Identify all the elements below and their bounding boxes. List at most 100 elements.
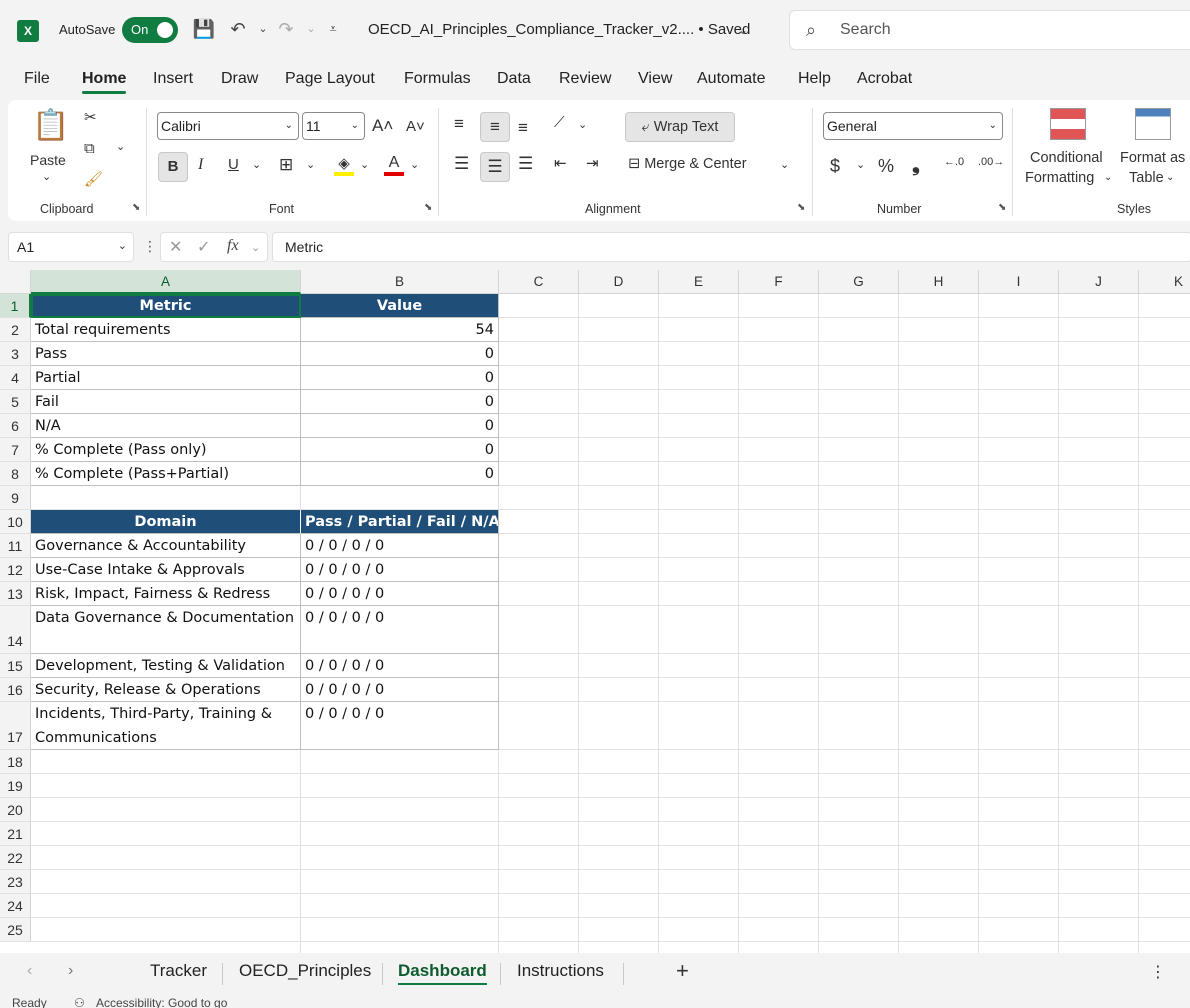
menu-formulas[interactable]: Formulas bbox=[404, 70, 471, 88]
domain-status-cell[interactable]: 0 / 0 / 0 / 0 bbox=[301, 606, 499, 654]
status-header-cell[interactable]: Pass / Partial / Fail / N/A bbox=[301, 510, 499, 534]
menu-review[interactable]: Review bbox=[559, 70, 611, 88]
document-title[interactable]: OECD_AI_Principles_Compliance_Tracker_v2… bbox=[368, 21, 750, 38]
domain-label-cell[interactable]: Risk, Impact, Fairness & Redress bbox=[31, 582, 301, 606]
formula-input[interactable]: Metric bbox=[272, 232, 1190, 262]
row-header-2[interactable]: 2 bbox=[0, 318, 31, 342]
metric-label-cell[interactable]: Fail bbox=[31, 390, 301, 414]
domain-status-cell[interactable]: 0 / 0 / 0 / 0 bbox=[301, 558, 499, 582]
column-header-h[interactable]: H bbox=[899, 270, 979, 294]
format-table-dropdown-icon[interactable]: ⌄ bbox=[1166, 172, 1174, 183]
metric-label-cell[interactable]: Partial bbox=[31, 366, 301, 390]
italic-button[interactable]: I bbox=[198, 156, 203, 174]
save-icon[interactable]: 💾 bbox=[191, 16, 217, 42]
column-header-g[interactable]: G bbox=[819, 270, 899, 294]
conditional-label[interactable]: Conditional bbox=[1030, 150, 1103, 166]
font-color-dropdown-icon[interactable]: ⌄ bbox=[410, 158, 419, 171]
row-header-25[interactable]: 25 bbox=[0, 918, 31, 942]
align-left-icon[interactable]: ☰ bbox=[454, 154, 469, 174]
underline-dropdown-icon[interactable]: ⌄ bbox=[252, 158, 261, 171]
merge-dropdown-icon[interactable]: ⌄ bbox=[780, 158, 789, 171]
menu-view[interactable]: View bbox=[638, 70, 672, 88]
column-header-f[interactable]: F bbox=[739, 270, 819, 294]
more-options-icon[interactable]: ⋮ bbox=[143, 238, 157, 255]
orientation-dropdown-icon[interactable]: ⌄ bbox=[578, 118, 587, 131]
menu-insert[interactable]: Insert bbox=[153, 70, 193, 88]
row-header-10[interactable]: 10 bbox=[0, 510, 31, 534]
align-top-icon[interactable]: ≡ bbox=[454, 114, 464, 134]
column-header-e[interactable]: E bbox=[659, 270, 739, 294]
font-color-icon[interactable]: A bbox=[384, 154, 404, 176]
row-header-16[interactable]: 16 bbox=[0, 678, 31, 702]
autosave-toggle[interactable]: On bbox=[122, 17, 178, 43]
row-header-11[interactable]: 11 bbox=[0, 534, 31, 558]
format-as-label[interactable]: Format as bbox=[1120, 150, 1185, 166]
metric-header-cell[interactable]: Metric bbox=[31, 294, 301, 318]
underline-button[interactable]: U bbox=[228, 156, 239, 173]
column-header-i[interactable]: I bbox=[979, 270, 1059, 294]
menu-draw[interactable]: Draw bbox=[221, 70, 258, 88]
row-header-22[interactable]: 22 bbox=[0, 846, 31, 870]
copy-dropdown-icon[interactable]: ⌄ bbox=[116, 140, 125, 153]
enter-icon[interactable]: ✓ bbox=[197, 237, 210, 257]
decrease-decimal-icon[interactable]: .00→ bbox=[978, 156, 1004, 168]
align-center-icon[interactable]: ☰ bbox=[480, 152, 510, 182]
accessibility-icon[interactable]: ⚇ bbox=[74, 996, 85, 1008]
spreadsheet-grid[interactable]: A B C D E F G H I J K 1 2 3 4 5 6 7 8 9 10 11 12 13 14 15 16 17 18 19… bbox=[0, 270, 1190, 953]
name-box[interactable]: A1 ⌄ bbox=[8, 232, 134, 262]
menu-data[interactable]: Data bbox=[497, 70, 531, 88]
insert-function-icon[interactable]: fx bbox=[227, 237, 239, 255]
column-header-j[interactable]: J bbox=[1059, 270, 1139, 294]
formatting-label[interactable]: Formatting bbox=[1025, 170, 1094, 186]
sheet-options-icon[interactable]: ⋮ bbox=[1150, 962, 1166, 982]
fill-color-dropdown-icon[interactable]: ⌄ bbox=[360, 158, 369, 171]
row-header-9[interactable]: 9 bbox=[0, 486, 31, 510]
accessibility-status[interactable]: Accessibility: Good to go bbox=[96, 996, 227, 1008]
menu-acrobat[interactable]: Acrobat bbox=[857, 70, 912, 88]
function-dropdown-icon[interactable]: ⌄ bbox=[251, 241, 260, 254]
table-label[interactable]: Table bbox=[1129, 170, 1164, 186]
value-header-cell[interactable]: Value bbox=[301, 294, 499, 318]
conditional-formatting-icon[interactable] bbox=[1050, 108, 1086, 140]
clipboard-launcher-icon[interactable]: ⬊ bbox=[132, 202, 140, 213]
domain-label-cell[interactable]: Development, Testing & Validation bbox=[31, 654, 301, 678]
row-header-18[interactable]: 18 bbox=[0, 750, 31, 774]
number-launcher-icon[interactable]: ⬊ bbox=[998, 202, 1006, 213]
add-sheet-icon[interactable]: + bbox=[676, 958, 689, 984]
domain-status-cell[interactable]: 0 / 0 / 0 / 0 bbox=[301, 654, 499, 678]
domain-header-cell[interactable]: Domain bbox=[31, 510, 301, 534]
orientation-icon[interactable]: ⟋ bbox=[554, 114, 565, 131]
decrease-font-icon[interactable]: A˅ bbox=[406, 118, 425, 135]
row-header-3[interactable]: 3 bbox=[0, 342, 31, 366]
row-header-24[interactable]: 24 bbox=[0, 894, 31, 918]
tab-tracker[interactable]: Tracker bbox=[150, 961, 207, 981]
paste-label[interactable]: Paste bbox=[30, 152, 66, 168]
metric-label-cell[interactable]: N/A bbox=[31, 414, 301, 438]
menu-home[interactable]: Home bbox=[82, 70, 127, 94]
domain-label-cell[interactable]: Incidents, Third-Party, Training & Commun… bbox=[31, 702, 301, 750]
row-header-8[interactable]: 8 bbox=[0, 462, 31, 486]
increase-indent-icon[interactable]: ⇥ bbox=[586, 154, 599, 172]
paste-icon[interactable]: 📋 bbox=[32, 108, 69, 148]
decrease-indent-icon[interactable]: ⇤ bbox=[554, 154, 567, 172]
row-header-21[interactable]: 21 bbox=[0, 822, 31, 846]
tab-oecd-principles[interactable]: OECD_Principles bbox=[239, 961, 371, 981]
row-header-20[interactable]: 20 bbox=[0, 798, 31, 822]
row-header-6[interactable]: 6 bbox=[0, 414, 31, 438]
undo-icon[interactable]: ↶ bbox=[225, 16, 251, 42]
row-header-15[interactable]: 15 bbox=[0, 654, 31, 678]
row-header-7[interactable]: 7 bbox=[0, 438, 31, 462]
metric-label-cell[interactable]: Total requirements bbox=[31, 318, 301, 342]
font-launcher-icon[interactable]: ⬊ bbox=[424, 202, 432, 213]
column-header-c[interactable]: C bbox=[499, 270, 579, 294]
increase-font-icon[interactable]: A˄ bbox=[372, 116, 393, 136]
tab-dashboard[interactable]: Dashboard bbox=[398, 961, 487, 985]
increase-decimal-icon[interactable]: ←.0 bbox=[944, 156, 964, 168]
search-box[interactable]: ⌕ Search bbox=[789, 10, 1190, 50]
align-right-icon[interactable]: ☰ bbox=[518, 154, 533, 174]
metric-label-cell[interactable]: Pass bbox=[31, 342, 301, 366]
menu-help[interactable]: Help bbox=[798, 70, 831, 88]
currency-icon[interactable]: $ bbox=[830, 156, 840, 177]
metric-label-cell[interactable]: % Complete (Pass+Partial) bbox=[31, 462, 301, 486]
domain-status-cell[interactable]: 0 / 0 / 0 / 0 bbox=[301, 534, 499, 558]
